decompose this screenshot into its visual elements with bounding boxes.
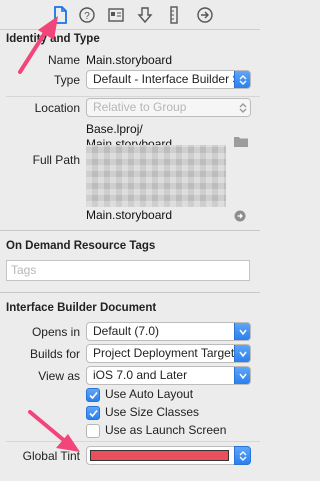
location-label: Location	[34, 101, 80, 115]
type-label: Type	[53, 73, 80, 87]
reveal-in-finder-icon[interactable]	[234, 210, 246, 225]
global-tint-label: Global Tint	[22, 449, 80, 463]
svg-text:?: ?	[84, 11, 90, 22]
opens-in-popup[interactable]: Default (7.0)	[86, 322, 251, 341]
tint-swatch	[90, 450, 229, 461]
full-path-label: Full Path	[32, 153, 80, 167]
on-demand-section-header: On Demand Resource Tags	[6, 240, 156, 252]
ib-document-section-header: Interface Builder Document	[6, 302, 157, 314]
identity-section-header: Identity and Type	[6, 33, 100, 45]
builds-for-label: Builds for	[29, 347, 80, 361]
folder-icon[interactable]	[234, 136, 248, 150]
popup-stepper-icon	[234, 323, 250, 340]
name-label: Name	[47, 53, 80, 67]
attributes-inspector-icon[interactable]	[135, 5, 155, 25]
name-value: Main.storyboard	[86, 53, 173, 67]
popup-stepper-icon	[234, 71, 250, 88]
type-popup-value: Default - Interface Builder Storyboard	[93, 72, 250, 86]
checkbox-label: Use Auto Layout	[105, 387, 194, 401]
location-popup-value: Relative to Group	[93, 100, 187, 114]
full-path-end: Main.storyboard	[86, 208, 173, 222]
opens-in-value: Default (7.0)	[93, 324, 160, 338]
checkbox-label: Use Size Classes	[105, 405, 200, 419]
file-inspector-icon[interactable]	[50, 5, 70, 25]
opens-in-label: Opens in	[31, 325, 80, 339]
view-as-value: iOS 7.0 and Later	[93, 368, 188, 382]
type-popup[interactable]: Default - Interface Builder Storyboard	[86, 70, 251, 89]
checkbox-box[interactable]	[86, 424, 100, 438]
location-popup[interactable]: Relative to Group	[86, 98, 251, 117]
builds-for-value: Project Deployment Target	[93, 346, 235, 360]
view-as-label: View as	[38, 369, 80, 383]
section-divider	[0, 292, 260, 293]
connections-inspector-icon[interactable]	[195, 5, 215, 25]
inspector-toolbar: ?	[0, 0, 260, 30]
builds-for-popup[interactable]: Project Deployment Target	[86, 344, 251, 363]
checkmark-icon[interactable]	[86, 406, 100, 420]
identity-inspector-icon[interactable]	[106, 5, 126, 25]
popup-stepper-icon	[234, 345, 250, 362]
popup-stepper-icon	[234, 99, 250, 116]
checkbox-label: Use as Launch Screen	[105, 423, 227, 437]
quick-help-icon[interactable]: ?	[77, 5, 97, 25]
popup-stepper-icon	[234, 367, 250, 384]
popup-stepper-icon	[234, 446, 251, 465]
view-as-popup[interactable]: iOS 7.0 and Later	[86, 366, 251, 385]
size-inspector-icon[interactable]	[164, 5, 184, 25]
section-divider	[0, 230, 260, 231]
divider	[6, 441, 260, 442]
tags-field[interactable]: Tags	[6, 260, 250, 281]
global-tint-color-well[interactable]	[86, 446, 251, 465]
divider	[6, 96, 260, 97]
redacted-path	[86, 145, 226, 207]
checkmark-icon[interactable]	[86, 388, 100, 402]
location-path-line1: Base.lproj/	[86, 122, 143, 136]
